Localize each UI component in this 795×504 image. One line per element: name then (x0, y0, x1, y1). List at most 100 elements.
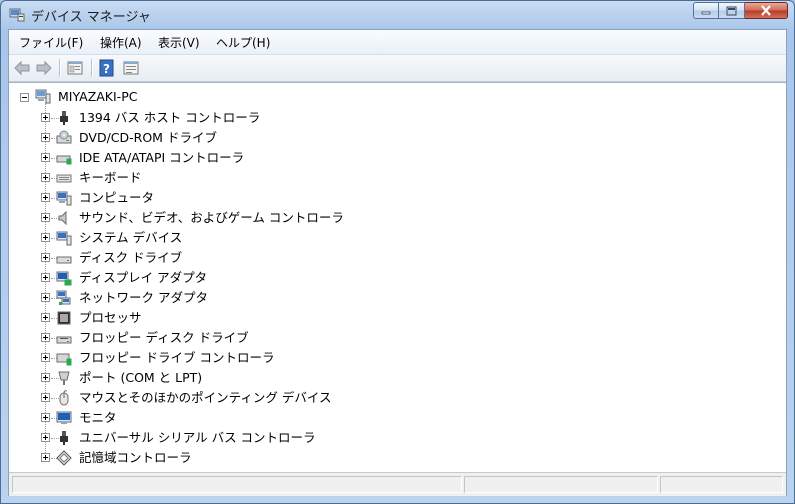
title-bar[interactable]: デバイス マネージャ (1, 1, 794, 28)
device-category-row[interactable]: キーボード (9, 168, 786, 188)
expand-toggle[interactable] (41, 393, 50, 402)
toolbar-separator (59, 59, 61, 77)
device-category-label[interactable]: ディスプレイ アダプタ (79, 270, 207, 286)
properties-icon[interactable] (65, 58, 85, 78)
device-category-label[interactable]: フロッピー ドライブ コントローラ (79, 350, 274, 366)
device-category-label[interactable]: マウスとそのほかのポインティング デバイス (79, 390, 331, 406)
device-tree[interactable]: MIYAZAKI-PC 1394 バス ホスト コントローラ DVD/CD-ROM… (9, 82, 786, 472)
computer-root-icon (35, 89, 51, 104)
minimize-button[interactable] (693, 2, 719, 19)
device-category-row[interactable]: マウスとそのほかのポインティング デバイス (9, 388, 786, 408)
window-title: デバイス マネージャ (31, 10, 151, 25)
device-category-label[interactable]: システム デバイス (79, 230, 182, 246)
expand-toggle[interactable] (41, 413, 50, 422)
maximize-icon (726, 6, 737, 15)
view-icon[interactable] (121, 58, 141, 78)
expand-toggle[interactable] (41, 293, 50, 302)
disk-drive-icon (56, 256, 72, 264)
expand-toggle[interactable] (41, 273, 50, 282)
collapse-toggle[interactable] (20, 93, 29, 102)
expand-toggle[interactable] (41, 353, 50, 362)
device-category-label[interactable]: プロセッサ (79, 310, 142, 326)
port-icon (58, 371, 70, 385)
device-category-row[interactable]: ネットワーク アダプタ (9, 288, 786, 308)
device-category-row[interactable]: ユニバーサル シリアル バス コントローラ (9, 428, 786, 448)
device-category-label[interactable]: キーボード (79, 170, 142, 186)
device-category-row[interactable]: プロセッサ (9, 308, 786, 328)
menu-help[interactable]: ヘルプ(H) (216, 34, 270, 51)
status-pane-main (12, 476, 462, 493)
floppy-controller-icon (56, 353, 72, 366)
device-category-label[interactable]: コンピュータ (79, 190, 154, 206)
expand-toggle[interactable] (41, 193, 50, 202)
expand-toggle[interactable] (41, 233, 50, 242)
device-category-label[interactable]: 1394 バス ホスト コントローラ (79, 110, 260, 126)
menu-action[interactable]: 操作(A) (100, 34, 142, 51)
device-category-row[interactable]: サウンド、ビデオ、およびゲーム コントローラ (9, 208, 786, 228)
forward-arrow-icon[interactable] (34, 58, 54, 78)
expand-toggle[interactable] (41, 373, 50, 382)
device-category-row[interactable]: ポート (COM と LPT) (9, 368, 786, 388)
usb-controller-icon (60, 431, 68, 445)
device-category-row[interactable]: DVD/CD-ROM ドライブ (9, 128, 786, 148)
back-arrow-icon[interactable] (12, 58, 32, 78)
device-category-row[interactable]: IDE ATA/ATAPI コントローラ (9, 148, 786, 168)
device-category-label[interactable]: IDE ATA/ATAPI コントローラ (79, 150, 244, 166)
expand-toggle[interactable] (41, 133, 50, 142)
device-category-row[interactable]: モニタ (9, 408, 786, 428)
expand-toggle[interactable] (41, 173, 50, 182)
maximize-button[interactable] (719, 2, 745, 19)
expand-toggle[interactable] (41, 453, 50, 462)
toolbar: ? (9, 55, 786, 82)
expand-toggle[interactable] (41, 313, 50, 322)
device-category-label[interactable]: 記憶域コントローラ (79, 450, 192, 466)
device-category-label[interactable]: ユニバーサル シリアル バス コントローラ (79, 430, 316, 446)
menu-view[interactable]: 表示(V) (158, 34, 200, 51)
storage-controller-icon (56, 450, 72, 466)
monitor-icon (56, 411, 72, 424)
expand-toggle[interactable] (41, 213, 50, 222)
processor-icon (57, 311, 71, 325)
device-category-label[interactable]: ポート (COM と LPT) (79, 370, 202, 386)
expand-toggle[interactable] (41, 113, 50, 122)
ide-controller-icon (56, 155, 72, 165)
status-pane-middle (464, 476, 658, 493)
device-category-row[interactable]: システム デバイス (9, 228, 786, 248)
device-category-label[interactable]: DVD/CD-ROM ドライブ (79, 130, 217, 146)
help-icon[interactable]: ? (97, 58, 117, 78)
optical-drive-icon (56, 130, 72, 144)
client-area: ファイル(F) 操作(A) 表示(V) ヘルプ(H) ? MIYAZAKI-PC… (8, 29, 787, 496)
device-category-label[interactable]: ディスク ドライブ (79, 250, 182, 266)
floppy-drive-icon (56, 336, 72, 344)
device-category-row[interactable]: コンピュータ (9, 188, 786, 208)
root-node-label[interactable]: MIYAZAKI-PC (58, 89, 137, 105)
expand-toggle[interactable] (41, 153, 50, 162)
device-category-label[interactable]: モニタ (79, 410, 117, 426)
display-adapter-icon (56, 271, 72, 286)
menu-file[interactable]: ファイル(F) (19, 34, 83, 51)
status-pane-right (660, 476, 783, 493)
minimize-icon (701, 11, 711, 14)
device-category-row[interactable]: 記憶域コントローラ (9, 448, 786, 468)
device-category-label[interactable]: サウンド、ビデオ、およびゲーム コントローラ (79, 210, 344, 226)
expand-toggle[interactable] (41, 253, 50, 262)
device-category-label[interactable]: フロッピー ディスク ドライブ (79, 330, 249, 346)
device-category-row[interactable]: 1394 バス ホスト コントローラ (9, 108, 786, 128)
device-category-row[interactable]: ディスク ドライブ (9, 248, 786, 268)
menu-bar: ファイル(F) 操作(A) 表示(V) ヘルプ(H) (9, 30, 786, 55)
mouse-icon (59, 390, 69, 406)
device-category-row[interactable]: フロッピー ドライブ コントローラ (9, 348, 786, 368)
device-category-row[interactable]: フロッピー ディスク ドライブ (9, 328, 786, 348)
keyboard-icon (56, 174, 72, 183)
toolbar-separator (91, 59, 93, 77)
close-icon (761, 5, 771, 16)
system-device-icon (56, 231, 72, 246)
computer-icon (56, 191, 72, 206)
close-button[interactable] (745, 2, 788, 19)
status-bar (9, 472, 786, 496)
network-adapter-icon (56, 290, 71, 305)
device-category-label[interactable]: ネットワーク アダプタ (79, 290, 208, 306)
device-category-row[interactable]: ディスプレイ アダプタ (9, 268, 786, 288)
expand-toggle[interactable] (41, 433, 50, 442)
expand-toggle[interactable] (41, 333, 50, 342)
